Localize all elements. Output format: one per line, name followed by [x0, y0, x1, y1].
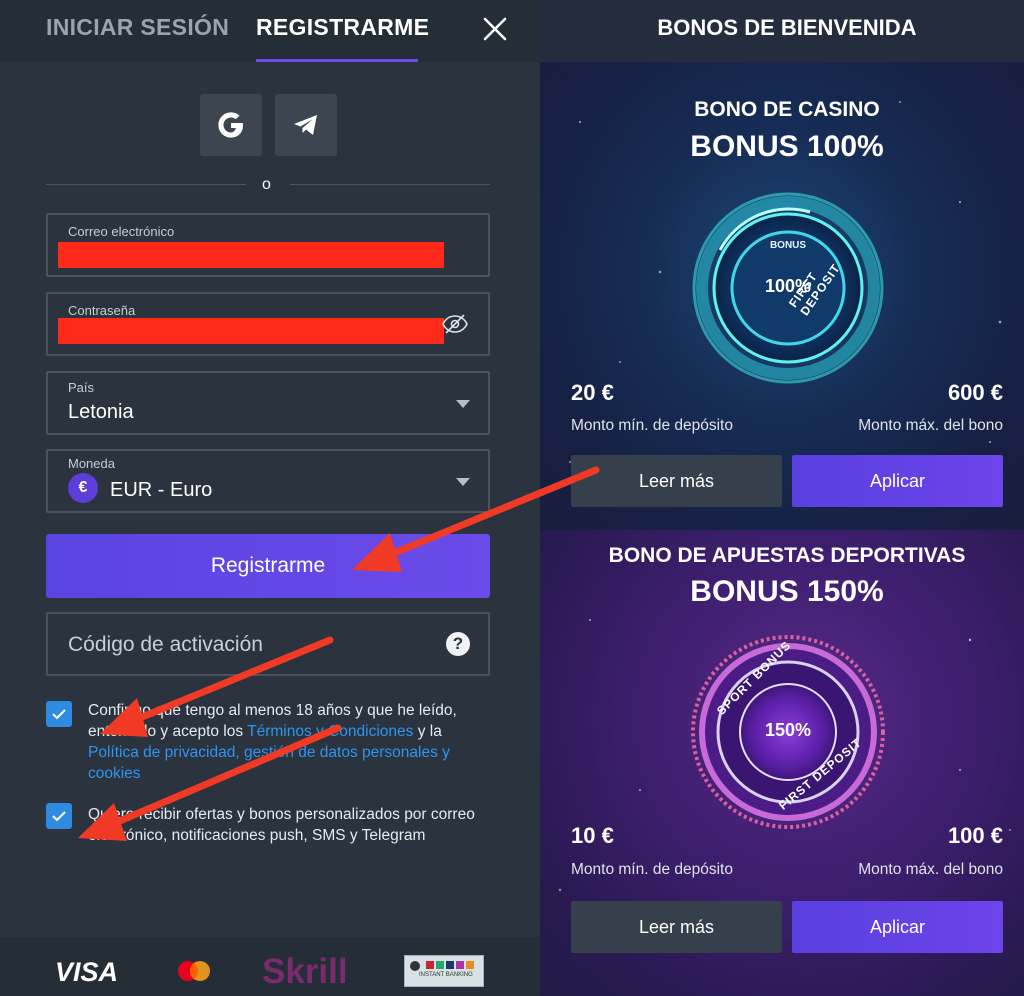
privacy-policy-link[interactable]: Política de privacidad, gestión de datos…	[88, 744, 450, 782]
password-label: Contraseña	[68, 303, 136, 318]
sports-min-amount: 10 €	[571, 823, 614, 848]
country-value: Letonia	[68, 401, 134, 423]
casino-bonus-card: BONO DE CASINO BONUS 100% BONUS 100% FIR…	[540, 62, 1024, 530]
casino-min-amount: 20 €	[571, 380, 614, 405]
sports-read-more-button[interactable]: Leer más	[571, 901, 782, 953]
auth-tabs: INICIAR SESIÓN REGISTRARME	[0, 0, 540, 62]
google-login-button[interactable]	[200, 94, 262, 156]
visa-logo: VISA	[55, 957, 119, 987]
country-select[interactable]: País Letonia	[46, 371, 490, 435]
casino-read-more-button[interactable]: Leer más	[571, 455, 782, 507]
email-label: Correo electrónico	[68, 224, 175, 239]
country-label: País	[68, 380, 95, 395]
checkmark-icon	[52, 811, 66, 822]
casino-bonus-badge: BONUS 100% FIRST DEPOSIT	[690, 190, 886, 386]
casino-bonus-percent: BONUS 100%	[690, 130, 884, 163]
registration-panel: INICIAR SESIÓN REGISTRARME o Correo elec…	[0, 0, 540, 996]
terms-consent-text: Confirmo que tengo al menos 18 años y qu…	[88, 700, 488, 784]
sports-max-amount: 100 €	[947, 823, 1003, 848]
bonuses-header: BONOS DE BIENVENIDA	[540, 0, 1024, 62]
close-icon[interactable]	[480, 14, 510, 44]
sports-bonus-title: BONO DE APUESTAS DEPORTIVAS	[608, 544, 966, 567]
email-field[interactable]: Correo electrónico	[46, 213, 490, 277]
activation-code-placeholder: Código de activación	[68, 633, 263, 656]
casino-max-label: Monto máx. del bono	[858, 417, 1003, 434]
sports-max-label: Monto máx. del bono	[858, 861, 1003, 878]
redaction-bar	[58, 318, 444, 344]
redaction-bar	[58, 242, 444, 268]
telegram-login-button[interactable]	[275, 94, 337, 156]
terms-link[interactable]: Términos y Condiciones	[247, 723, 413, 740]
rapid-transfer-text: INSTANT BANKING	[419, 972, 473, 978]
sports-bonus-percent: BONUS 150%	[690, 575, 884, 608]
euro-icon: €	[68, 473, 98, 503]
marketing-checkbox[interactable]	[46, 803, 72, 829]
sports-apply-button[interactable]: Aplicar	[792, 901, 1003, 953]
terms-text-mid: y la	[413, 723, 442, 740]
casino-badge-percent: 100%	[764, 276, 812, 296]
tab-register[interactable]: REGISTRARME	[256, 14, 429, 41]
casino-apply-button[interactable]: Aplicar	[792, 455, 1003, 507]
rapid-transfer-logo: INSTANT BANKING	[404, 955, 484, 987]
mastercard-logo	[174, 959, 214, 983]
activation-code-input[interactable]: Código de activación ?	[46, 612, 490, 676]
bonuses-title: BONOS DE BIENVENIDA	[657, 15, 917, 40]
marketing-consent-text: Quiero recibir ofertas y bonos personali…	[88, 806, 475, 844]
currency-label: Moneda	[68, 456, 115, 471]
divider-right	[290, 184, 490, 185]
sports-bonus-badge: 150% SPORT BONUS FIRST DEPOSIT	[690, 634, 886, 830]
checkmark-icon	[52, 709, 66, 720]
tab-login[interactable]: INICIAR SESIÓN	[46, 14, 229, 41]
chevron-down-icon	[456, 400, 470, 408]
sports-min-label: Monto mín. de depósito	[571, 861, 733, 878]
skrill-logo: Skrill	[262, 952, 348, 991]
chevron-down-icon	[456, 478, 470, 486]
divider-left	[46, 184, 246, 185]
sports-bonus-card: BONO DE APUESTAS DEPORTIVAS BONUS 150% 1…	[540, 530, 1024, 996]
casino-min-label: Monto mín. de depósito	[571, 417, 733, 434]
welcome-bonuses-panel: BONOS DE BIENVENIDA BONO DE CASINO BONUS…	[540, 0, 1024, 996]
telegram-icon	[294, 115, 317, 135]
help-icon[interactable]: ?	[446, 632, 470, 656]
casino-bonus-title: BONO DE CASINO	[694, 98, 880, 121]
password-field[interactable]: Contraseña	[46, 292, 490, 356]
eye-icon[interactable]	[442, 313, 468, 335]
divider-or-text: o	[262, 176, 271, 193]
currency-select[interactable]: Moneda € EUR - Euro	[46, 449, 490, 513]
google-icon	[218, 112, 243, 138]
terms-checkbox[interactable]	[46, 701, 72, 727]
casino-max-amount: 600 €	[947, 380, 1003, 405]
register-button[interactable]: Registrarme	[46, 534, 490, 598]
active-tab-indicator	[256, 59, 418, 62]
payment-methods-bar: VISA Skrill INSTANT BANKING	[0, 937, 540, 996]
currency-value: EUR - Euro	[110, 479, 213, 501]
